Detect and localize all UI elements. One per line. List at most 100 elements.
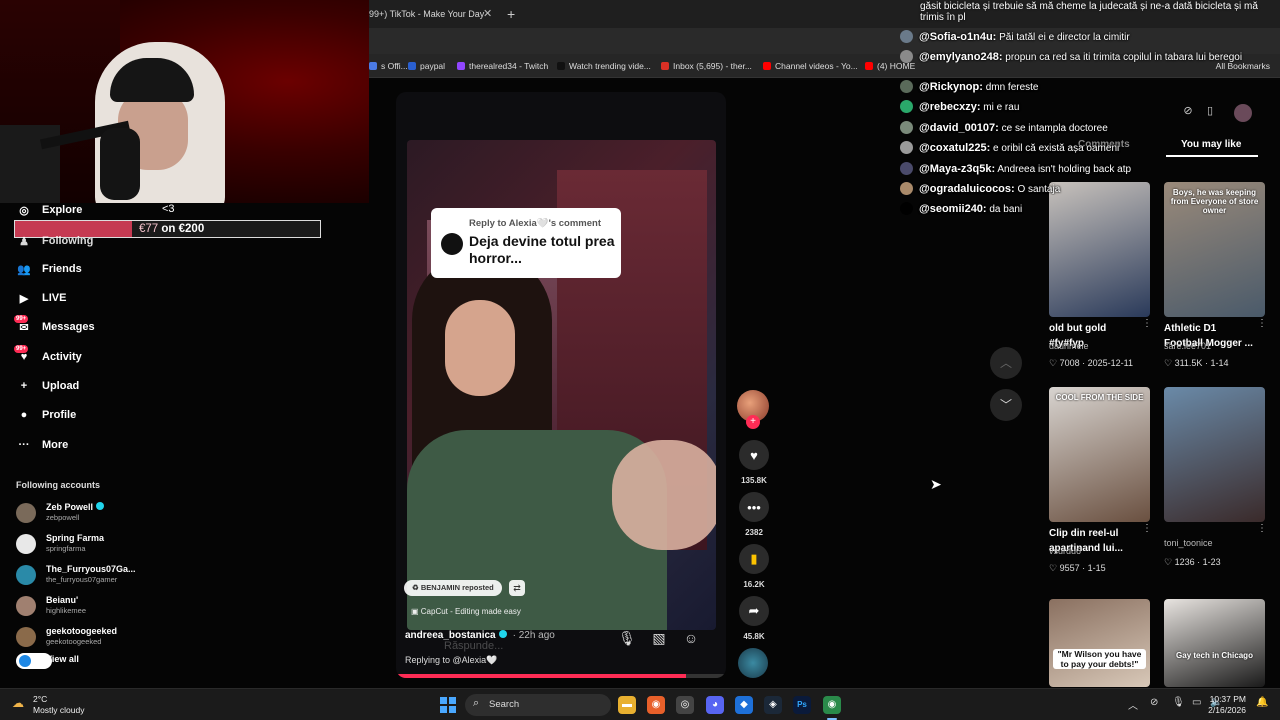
sidebar-item-live[interactable]: ▶ LIVE [16,288,67,308]
video-card[interactable]: COOL FROM THE SIDE Clip din reel-ul apart… [1049,387,1152,587]
sidebar-item-following[interactable]: ♟ Following [16,231,93,251]
repost-label: BENJAMIN reposted [420,583,494,592]
video-card[interactable]: ⋮ toni_toonice ♡ 1236 · 1-23 [1164,387,1267,587]
bookmark-icon[interactable]: ▮ [739,544,769,574]
sidebar-item-profile[interactable]: ● Profile [16,405,77,425]
more-options-icon[interactable]: ⋮ [1257,318,1267,329]
windows-start-icon[interactable] [440,697,456,713]
thumbnail-caption: COOL FROM THE SIDE [1055,393,1144,402]
video-card-author: toni_toonice [1164,538,1213,548]
bookmark-item[interactable]: paypal [408,54,445,78]
clock-date[interactable]: 2/16/2026 [1206,705,1246,715]
browser-tab[interactable]: 99+) TikTok - Make Your Day [369,2,499,26]
repost-badge[interactable]: ♻ BENJAMIN reposted [404,580,502,596]
app-icon[interactable]: ◆ [735,696,753,714]
bookmark-item[interactable]: Watch trending vide... [557,54,651,78]
video-card-meta: ♡ 311.5K · 1-14 [1164,358,1229,368]
avatar [16,503,36,523]
file-explorer-icon[interactable]: ▬ [618,696,636,714]
video-card[interactable]: Gay tech in Chicago [1164,599,1265,689]
next-video-chevron-down-icon[interactable]: ﹀ [990,389,1022,421]
chevron-up-icon[interactable]: ︿ [1128,697,1138,712]
heart-outline-icon: ♡ [1049,358,1060,368]
photoshop-icon[interactable]: Ps [793,696,811,714]
account-handle: geekotoogeeked [46,637,102,646]
heart-outline-icon: ♡ [1049,563,1060,573]
more-options-icon[interactable]: ⋮ [1142,318,1152,329]
music-disc-icon[interactable] [738,648,768,678]
weather-temp[interactable]: 2°C [33,694,47,704]
bookmark-item[interactable]: s Offi... [369,54,408,78]
account-name-text: geekotoogeeked [46,626,118,636]
video-thumbnail[interactable]: Gay tech in Chicago [1164,599,1265,687]
sidebar-item-explore[interactable]: ◎ Explore [16,200,82,220]
share-icon[interactable]: ➦ [739,596,769,626]
video-card-author: daurimele [1049,341,1089,351]
video-hand [612,440,716,550]
thumbnail-caption: Gay tech in Chicago [1176,651,1253,660]
previous-video-chevron-up-icon[interactable]: ︿ [990,347,1022,379]
reply-input[interactable]: Răspunde... [444,640,503,652]
sidebar-item-friends[interactable]: 👥 Friends [16,259,82,279]
firefox-icon[interactable]: ◉ [647,696,665,714]
following-accounts-title: Following accounts [16,480,101,490]
network-off-icon[interactable]: ⊘ [1150,697,1158,708]
share-action[interactable]: ➦ 45.8K [738,596,770,641]
image-icon[interactable]: ▧ [650,630,668,648]
follow-plus-icon[interactable]: + [746,415,760,429]
sidebar-item-upload[interactable]: + Upload [16,376,80,396]
like-action[interactable]: ♥ 135.8K [738,440,770,485]
heart-icon[interactable]: ♥ [739,440,769,470]
battery-icon[interactable]: ▭ [1192,697,1201,708]
bookmark-item[interactable]: Channel videos - Yo... [763,54,858,78]
emoji-icon[interactable]: ☺ [682,630,700,648]
bookmark-favicon-icon [408,62,416,70]
following-icon: ♟ [19,235,29,248]
capcut-link[interactable]: ▣ CapCut - Editing made easy [411,607,521,616]
view-all-link[interactable]: View all [16,654,79,664]
video-frame[interactable]: Reply to Alexia🤍's comment Deja devine t… [407,140,716,630]
bookmark-item[interactable]: therealred34 - Twitch [457,54,548,78]
weather-cloud-icon[interactable]: ☁ [12,696,24,710]
sidebar-item-more[interactable]: ··· More [16,435,69,455]
save-action[interactable]: ▮ 16.2K [738,544,770,589]
comment-action[interactable]: ••• 2382 [738,492,770,537]
taskbar-search[interactable]: ⌕ Search [465,694,611,716]
sidebar-item-messages[interactable]: ✉ 99+ Messages [14,315,95,337]
chat-text: Păi tatăl ei e director la cimitir [999,32,1130,43]
video-player[interactable]: Reply to Alexia🤍's comment Deja devine t… [396,92,726,678]
comment-icon[interactable]: ••• [739,492,769,522]
bookmark-favicon-icon [557,62,565,70]
video-thumbnail[interactable]: COOL FROM THE SIDE [1049,387,1150,522]
video-thumbnail[interactable]: "Mr Wilson you have to pay your debts!" [1049,599,1150,687]
sidebar-item-activity[interactable]: ♥ 99+ Activity [14,345,82,367]
video-card[interactable]: "Mr Wilson you have to pay your debts!" [1049,599,1150,689]
chat-message: @Maya-z3q5k: Andreea isn't holding back … [900,162,1270,175]
steam-icon[interactable]: ◈ [764,696,782,714]
chrome-icon[interactable]: ◉ [823,696,841,714]
bookmark-label: Channel videos - Yo... [775,61,858,71]
notification-bell-icon[interactable]: 🔔 [1256,697,1268,708]
sidebar-item-label: LIVE [42,292,67,304]
more-options-icon[interactable]: ⋮ [1142,523,1152,534]
discord-icon[interactable]: ◕ [706,696,724,714]
windows-taskbar: ☁ 2°C Mostly cloudy ⌕ Search ▬ ◉ ◎ ◕ ◈ ◆ Ps ◉ ︿… [0,688,1280,720]
activity-icon: ♥ 99+ [14,345,29,363]
microphone-icon[interactable]: 🎙 [618,630,636,648]
bookmark-item[interactable]: Inbox (5,695) - ther... [661,54,752,78]
microphone-tray-icon[interactable]: 🎙 [1172,697,1185,708]
new-tab-button[interactable]: + [507,2,515,26]
account-name: Beianu' [46,595,78,605]
chat-message: @seomii240: da bani [900,202,1270,215]
tab-close-icon[interactable]: ✕ [483,2,492,26]
video-progress-bar[interactable] [396,674,726,678]
more-options-icon[interactable]: ⋮ [1257,523,1267,534]
chat-text: mi e rau [983,102,1020,113]
repost-icon[interactable]: ⇄ [509,580,525,596]
clock-time[interactable]: 10:37 PM [1206,694,1246,704]
explore-heart-text: <3 [162,203,175,215]
video-thumbnail[interactable] [1164,387,1265,522]
weather-desc[interactable]: Mostly cloudy [33,705,85,715]
thumbnail-caption: "Mr Wilson you have to pay your debts!" [1053,649,1146,669]
chrome-dev-icon[interactable]: ◎ [676,696,694,714]
